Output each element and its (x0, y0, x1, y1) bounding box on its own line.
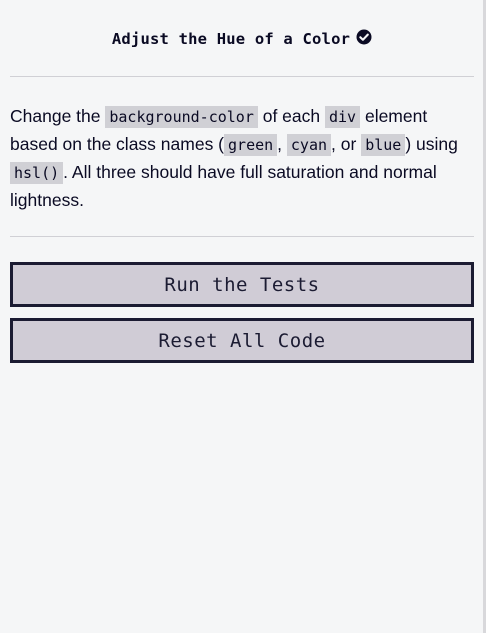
divider-top (10, 76, 474, 77)
desc-text: , (277, 134, 287, 154)
code-green: green (224, 134, 278, 156)
code-div: div (325, 106, 361, 128)
challenge-header: Adjust the Hue of a Color (0, 29, 484, 48)
reset-code-button[interactable]: Reset All Code (10, 318, 474, 363)
run-tests-button[interactable]: Run the Tests (10, 262, 474, 307)
desc-text: of each (257, 106, 325, 126)
code-blue: blue (361, 134, 406, 156)
code-cyan: cyan (286, 134, 332, 156)
desc-text: , or (331, 134, 362, 154)
divider-bottom (10, 236, 474, 237)
challenge-description: Change the background-color of each div … (10, 103, 474, 214)
challenge-title: Adjust the Hue of a Color (111, 30, 351, 48)
desc-text: Change the (10, 106, 106, 126)
code-background-color: background-color (105, 106, 258, 128)
code-hsl: hsl() (10, 162, 64, 184)
check-circle-icon (356, 29, 372, 45)
desc-text: . All three should have full saturation … (10, 162, 437, 210)
desc-text: ) using (405, 134, 458, 154)
